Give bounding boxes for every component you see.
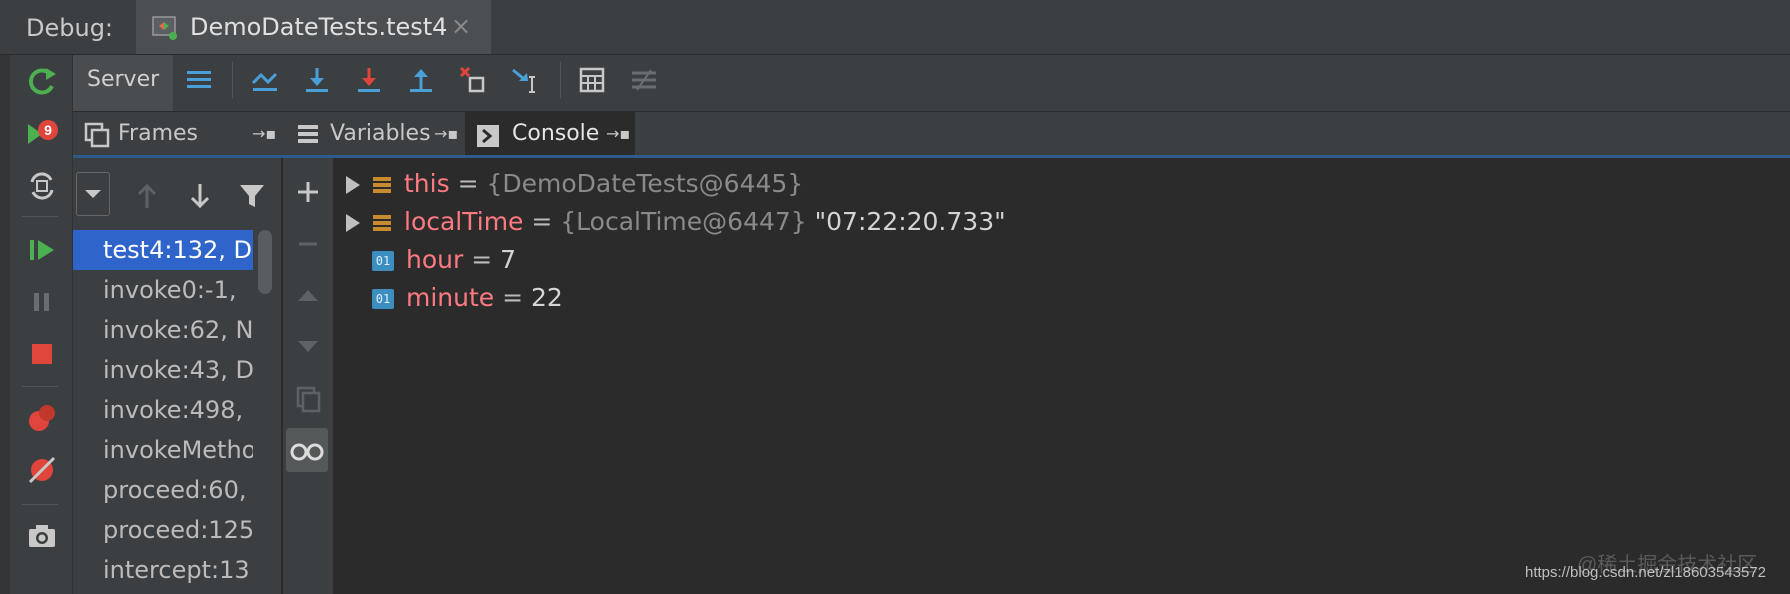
variable-equals: = (494, 283, 532, 312)
primitive-field-icon: 01 (372, 289, 394, 309)
view-breakpoints-icon[interactable] (24, 400, 60, 436)
run-to-cursor-icon[interactable] (510, 65, 540, 95)
frame-row[interactable]: invoke:62, N (73, 310, 253, 350)
tab-variables[interactable]: Variables (330, 112, 431, 155)
glasses-icon (290, 443, 324, 461)
variable-type: {DemoDateTests@6445} (486, 169, 804, 198)
frame-row[interactable]: invokeMetho (73, 430, 253, 470)
show-execution-point-icon[interactable] (250, 65, 280, 95)
watermark-url: https://blog.csdn.net/zl18603543572 (1525, 564, 1767, 581)
tab-console[interactable]: Console (512, 112, 599, 155)
expand-arrow-icon[interactable] (346, 176, 360, 194)
frame-row[interactable]: proceed:125 (73, 510, 253, 550)
step-into-icon[interactable] (354, 65, 384, 95)
chevron-down-icon (85, 190, 101, 198)
frame-row[interactable]: invoke:43, D (73, 350, 253, 390)
rerun-failed-icon[interactable]: 9 (24, 118, 60, 154)
variable-type: {LocalTime@6447} (560, 207, 807, 236)
step-out-icon[interactable] (406, 65, 436, 95)
step-over-icon[interactable] (302, 65, 332, 95)
move-up-icon[interactable] (290, 278, 326, 314)
frame-row[interactable]: intercept:13 (73, 550, 253, 590)
close-tab-icon[interactable]: × (451, 12, 471, 40)
variable-value: "07:22:20.733" (806, 207, 1006, 236)
move-down-icon[interactable] (290, 328, 326, 364)
variable-name: localTime (404, 207, 524, 236)
remove-watch-icon[interactable] (290, 226, 326, 262)
pause-icon[interactable] (24, 284, 60, 320)
mute-breakpoints-icon[interactable] (24, 452, 60, 488)
pin-console-icon[interactable]: →▪ (606, 112, 630, 155)
toolbar-separator (560, 62, 561, 98)
variable-name: minute (406, 283, 495, 312)
variable-equals: = (449, 169, 487, 198)
filter-icon[interactable] (238, 182, 266, 210)
console-icon (477, 125, 499, 147)
variable-name: hour (406, 245, 464, 274)
copy-icon[interactable] (290, 380, 326, 416)
show-watches-toggle[interactable] (286, 428, 328, 472)
session-title: DemoDateTests.test4 (190, 13, 448, 41)
frame-row[interactable]: proceed:60, (73, 470, 253, 510)
variable-row[interactable]: 01 hour = 7 (346, 242, 516, 278)
test-config-icon (152, 16, 177, 40)
arrow-up-icon[interactable] (134, 182, 160, 210)
camera-icon[interactable] (24, 518, 60, 554)
restore-layout-icon[interactable] (24, 168, 60, 204)
resume-icon[interactable] (24, 232, 60, 268)
variable-row[interactable]: this = {DemoDateTests@6445} (346, 166, 803, 202)
add-watch-icon[interactable] (290, 174, 326, 210)
tab-frames[interactable]: Frames (118, 112, 198, 155)
variable-row[interactable]: 01 minute = 22 (346, 280, 563, 316)
threads-list-icon[interactable] (184, 65, 214, 95)
frame-row[interactable]: test4:132, D (73, 230, 253, 270)
variable-equals: = (463, 245, 501, 274)
pin-variables-icon[interactable]: →▪ (434, 112, 458, 155)
thread-selector-dropdown[interactable] (76, 172, 110, 216)
side-toolbar-separator (22, 504, 58, 505)
server-tab-label: Server (87, 67, 160, 92)
frame-row[interactable]: invoke:498, (73, 390, 253, 430)
object-field-icon (373, 215, 391, 231)
pin-frames-icon[interactable]: →▪ (252, 112, 276, 155)
primitive-field-icon: 01 (372, 251, 394, 271)
variable-equals: = (523, 207, 561, 236)
frames-scrollbar[interactable] (258, 230, 272, 294)
debug-label: Debug: (26, 14, 114, 42)
toolbar-separator (232, 62, 233, 98)
variable-value: 22 (531, 283, 563, 312)
frames-icon (84, 122, 110, 148)
frame-row[interactable]: invoke0:-1, (73, 270, 253, 310)
svg-text:9: 9 (44, 122, 52, 138)
object-field-icon (373, 177, 391, 193)
rerun-icon[interactable] (24, 64, 60, 100)
trace-current-stream-icon (632, 69, 656, 91)
evaluate-expression-icon[interactable] (577, 65, 607, 95)
drop-frame-icon[interactable] (458, 65, 488, 95)
stop-icon[interactable] (24, 336, 60, 372)
variables-icon (298, 125, 318, 143)
side-toolbar-separator (22, 386, 58, 387)
variable-row[interactable]: localTime = {LocalTime@6447} "07:22:20.7… (346, 204, 1006, 240)
side-edge (0, 55, 10, 594)
side-toolbar-separator (22, 216, 58, 217)
arrow-down-icon[interactable] (187, 182, 213, 210)
watches-toolbar (283, 158, 334, 594)
variable-name: this (404, 169, 450, 198)
expand-arrow-icon[interactable] (346, 214, 360, 232)
variable-value: 7 (500, 245, 517, 274)
